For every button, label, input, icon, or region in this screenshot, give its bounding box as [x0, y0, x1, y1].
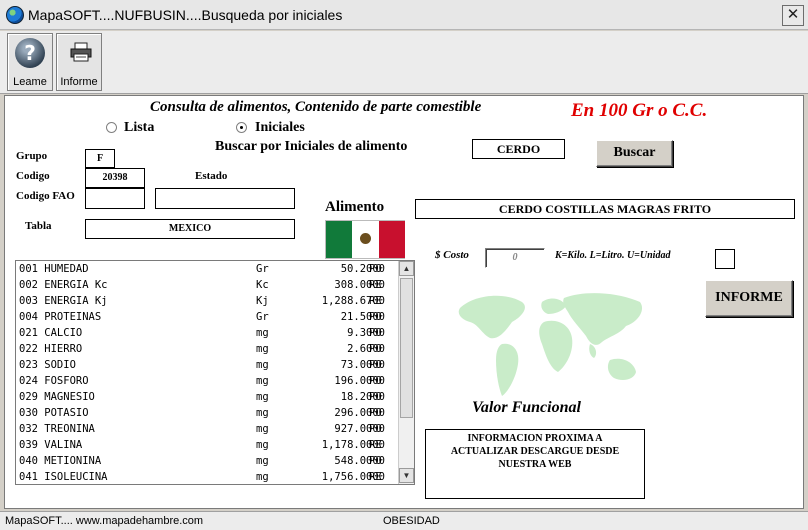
window-title: MapaSOFT....NUFBUSIN....Busqueda por ini…	[28, 7, 343, 23]
radio-lista-label: Lista	[124, 120, 155, 135]
tabla-field[interactable]: MEXICO	[85, 219, 295, 239]
nutrient-name: 023 SODIO	[19, 359, 76, 371]
cost-field[interactable]: 0	[485, 248, 545, 268]
nutrient-source: PO	[369, 311, 382, 323]
nutrient-name: 030 POTASIO	[19, 407, 89, 419]
nutrient-source: PO	[369, 343, 382, 355]
search-input[interactable]: CERDO	[472, 139, 565, 159]
nutrient-source: RE	[369, 471, 382, 483]
nutrient-name: 032 TREONINA	[19, 423, 95, 435]
grupo-label: Grupo	[16, 150, 48, 162]
nutrient-source: PO	[369, 327, 382, 339]
nutrient-name: 039 VALINA	[19, 439, 83, 451]
nutrient-source: PO	[369, 263, 382, 275]
codigo-fao-label: Codigo FAO	[16, 190, 75, 202]
functional-title: Valor Funcional	[472, 399, 581, 416]
search-prompt: Buscar por Iniciales de alimento	[215, 139, 408, 154]
nutrient-name: 041 ISOLEUCINA	[19, 471, 108, 483]
food-label: Alimento	[325, 199, 385, 215]
nutrient-source: RE	[369, 439, 382, 451]
nutrient-source: PO	[369, 455, 382, 467]
report-toolbar-button[interactable]: Informe	[56, 33, 102, 91]
radio-iniciales-label: Iniciales	[255, 120, 305, 135]
status-bar: MapaSOFT.... www.mapadehambre.com OBESID…	[0, 511, 808, 530]
cost-label: $ Costo	[435, 249, 469, 261]
estado-label: Estado	[195, 170, 228, 182]
nutrient-source: PO	[369, 423, 382, 435]
scroll-up-icon[interactable]: ▲	[399, 261, 414, 276]
nutrient-source: RE	[369, 279, 382, 291]
nutrient-name: 003 ENERGIA Kj	[19, 295, 108, 307]
units-legend: K=Kilo. L=Litro. U=Unidad	[555, 250, 671, 261]
grupo-field[interactable]: F	[85, 149, 115, 168]
toolbar	[0, 31, 808, 94]
printer-icon	[70, 42, 92, 62]
nutrient-source: PO	[369, 391, 382, 403]
functional-info-box: INFORMACION PROXIMA A ACTUALIZAR DESCARG…	[425, 429, 645, 499]
nutrient-source: PO	[369, 407, 382, 419]
nutrient-name: 024 FOSFORO	[19, 375, 89, 387]
tabla-label: Tabla	[25, 220, 52, 232]
world-map-icon	[458, 293, 643, 396]
close-button[interactable]: ✕	[782, 5, 804, 26]
vertical-scrollbar[interactable]: ▲ ▼	[398, 261, 414, 484]
report-label: Informe	[60, 76, 98, 88]
nutrient-name: 040 METIONINA	[19, 455, 102, 467]
readme-button[interactable]: ? Leame	[7, 33, 53, 91]
nutrient-name: 022 HIERRO	[19, 343, 83, 355]
app-globe-icon	[6, 6, 24, 24]
nutrient-name: 001 HUMEDAD	[19, 263, 89, 275]
radio-iniciales[interactable]	[236, 122, 247, 133]
flag-emblem-icon	[360, 233, 371, 244]
estado-field[interactable]	[155, 188, 295, 209]
informe-button[interactable]: INFORME	[705, 280, 793, 317]
nutrient-name: 004 PROTEINAS	[19, 311, 102, 323]
flag-stripe-white	[352, 221, 379, 258]
search-button[interactable]: Buscar	[596, 140, 673, 167]
title-bar: MapaSOFT....NUFBUSIN....Busqueda por ini…	[0, 0, 808, 30]
page-title: Consulta de alimentos, Contenido de part…	[150, 99, 482, 115]
per-unit-note: En 100 Gr o C.C.	[571, 100, 708, 121]
codigo-fao-field[interactable]	[85, 188, 145, 209]
status-left: MapaSOFT.... www.mapadehambre.com	[5, 515, 204, 527]
scroll-thumb[interactable]	[400, 278, 413, 418]
status-center: OBESIDAD	[383, 515, 440, 527]
nutrient-source: RE	[369, 295, 382, 307]
scroll-down-icon[interactable]: ▼	[399, 468, 414, 483]
nutrient-name: 021 CALCIO	[19, 327, 83, 339]
help-icon: ?	[15, 38, 45, 68]
readme-label: Leame	[13, 76, 47, 88]
nutrient-source: PO	[369, 375, 382, 387]
codigo-field[interactable]: 20398	[85, 168, 145, 188]
nutrient-list[interactable]: 001 HUMEDAD Gr 50.2000 PO 002 ENERGIA Kc Kc 30…	[15, 260, 415, 485]
food-name-field: CERDO COSTILLAS MAGRAS FRITO	[415, 199, 795, 219]
nutrient-name: 029 MAGNESIO	[19, 391, 95, 403]
nutrient-name: 002 ENERGIA Kc	[19, 279, 108, 291]
flag-stripe-green	[326, 221, 352, 258]
unit-field[interactable]	[715, 249, 735, 269]
radio-lista[interactable]	[106, 122, 117, 133]
mexico-flag-icon	[325, 220, 405, 259]
nutrient-source: PO	[369, 359, 382, 371]
flag-stripe-red	[379, 221, 405, 258]
codigo-label: Codigo	[16, 170, 50, 182]
